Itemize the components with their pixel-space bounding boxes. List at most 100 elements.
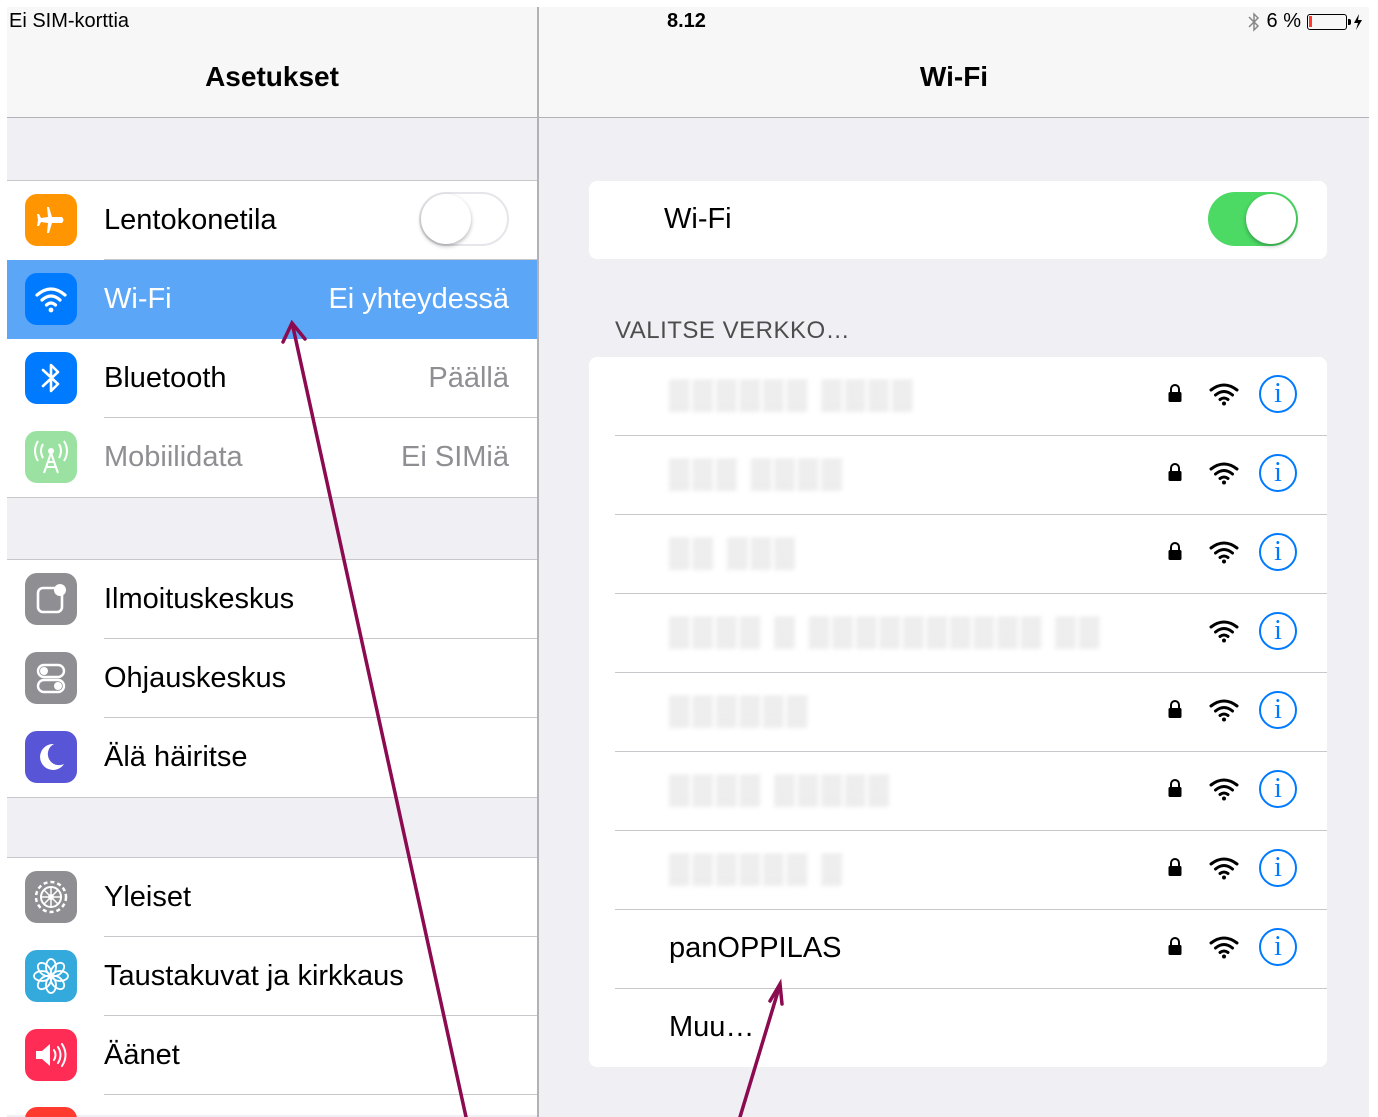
network-name: ▒▒▒▒ ▒ ▒▒▒▒▒▒▒▒▒▒ ▒▒ (669, 616, 1103, 648)
status-bar: Ei SIM-korttia 8.12 6 % (7, 7, 1369, 37)
network-name: panOPPILAS (669, 932, 842, 964)
settings-title: Asetukset (205, 61, 339, 92)
network-row[interactable]: ▒▒▒▒ ▒ ▒▒▒▒▒▒▒▒▒▒ ▒▒ i (589, 594, 1327, 673)
info-icon[interactable]: i (1259, 691, 1297, 729)
settings-row-bluetooth[interactable]: Bluetooth Päällä (7, 339, 537, 418)
settings-detail-wifi: Ei yhteydessä (328, 283, 509, 315)
wifi-toggle-card: Wi-Fi (589, 181, 1327, 259)
info-icon[interactable]: i (1259, 770, 1297, 808)
wifi-signal-icon (1209, 382, 1239, 411)
clock: 8.12 (667, 10, 706, 32)
battery-percent: 6 % (1266, 10, 1301, 32)
settings-label-cellular: Mobiilidata (104, 441, 243, 473)
toggle-knob (1246, 194, 1296, 244)
lock-icon (1167, 383, 1183, 408)
lock-icon (1167, 936, 1183, 961)
settings-row-wallpaper[interactable]: Taustakuvat ja kirkkaus (7, 937, 537, 1016)
network-name: ▒▒▒▒ ▒▒▒▒▒ (669, 774, 892, 806)
network-row[interactable]: ▒▒ ▒▒▒ i (589, 515, 1327, 594)
settings-group-centers: Ilmoituskeskus Ohjauskeskus Älä häiritse (7, 559, 537, 798)
wifi-signal-icon (1209, 698, 1239, 727)
settings-label-wallpaper: Taustakuvat ja kirkkaus (104, 960, 404, 992)
wifi-signal-icon (1209, 619, 1239, 648)
wifi-title: Wi-Fi (919, 61, 989, 92)
settings-row-general[interactable]: Yleiset (7, 858, 537, 937)
wifi-signal-icon (1209, 540, 1239, 569)
settings-row-cellular[interactable]: Mobiilidata Ei SIMiä (7, 418, 537, 497)
settings-label-sounds: Äänet (104, 1039, 180, 1071)
settings-pane: Asetukset Lentokonetila Wi-Fi Ei yhteyde… (7, 7, 537, 1117)
gear-icon (25, 871, 77, 923)
speaker-icon (25, 1029, 77, 1081)
moon-icon (25, 731, 77, 783)
settings-label-do-not-disturb: Älä häiritse (104, 741, 248, 773)
network-name: ▒▒▒▒▒▒ (669, 695, 811, 727)
lock-icon (1167, 541, 1183, 566)
network-name: ▒▒▒ ▒▒▒▒ (669, 458, 845, 490)
settings-detail-cellular: Ei SIMiä (401, 441, 509, 473)
notification-center-icon (25, 573, 77, 625)
settings-detail-bluetooth: Päällä (428, 362, 509, 394)
wifi-toggle-label: Wi-Fi (664, 203, 732, 235)
network-name: ▒▒ ▒▒▒ (669, 537, 798, 569)
wifi-signal-icon (1209, 461, 1239, 490)
lock-icon (1167, 778, 1183, 803)
network-list: ▒▒▒▒▒▒ ▒▒▒▒ i ▒▒▒ ▒▒▒▒ i ▒▒ ▒▒▒ i ▒▒▒▒ ▒ ▒▒▒▒▒… (589, 357, 1327, 1067)
network-other-row[interactable]: Muu… (589, 989, 1327, 1068)
battery-icon (1307, 13, 1351, 30)
settings-row-control-center[interactable]: Ohjauskeskus (7, 639, 537, 718)
settings-label-control-center: Ohjauskeskus (104, 662, 287, 694)
status-right: 6 % (1247, 10, 1363, 33)
network-row[interactable]: ▒▒▒▒▒▒ ▒ i (589, 831, 1327, 910)
settings-row-partial (7, 1095, 537, 1117)
bluetooth-status-icon (1248, 11, 1259, 32)
wifi-signal-icon (1209, 777, 1239, 806)
app-icon (25, 1107, 77, 1117)
info-icon[interactable]: i (1259, 612, 1297, 650)
settings-label-wifi: Wi-Fi (104, 283, 172, 315)
info-icon[interactable]: i (1259, 454, 1297, 492)
network-other-label: Muu… (669, 1011, 755, 1043)
wifi-signal-icon (1209, 935, 1239, 964)
settings-label-general: Yleiset (104, 881, 192, 913)
settings-row-do-not-disturb[interactable]: Älä häiritse (7, 718, 537, 797)
airplane-icon (25, 194, 77, 246)
antenna-icon (25, 431, 77, 483)
flower-icon (25, 950, 77, 1002)
carrier-text: Ei SIM-korttia (9, 10, 130, 32)
wifi-signal-icon (1209, 856, 1239, 885)
network-row[interactable]: ▒▒▒▒ ▒▒▒▒▒ i (589, 752, 1327, 831)
settings-row-wifi[interactable]: Wi-Fi Ei yhteydessä (7, 260, 537, 339)
lock-icon (1167, 857, 1183, 882)
lock-icon (1167, 699, 1183, 724)
info-icon[interactable]: i (1259, 928, 1297, 966)
lock-icon (1167, 462, 1183, 487)
info-icon[interactable]: i (1259, 533, 1297, 571)
info-icon[interactable]: i (1259, 849, 1297, 887)
wifi-icon (25, 273, 77, 325)
ipad-screen: Asetukset Lentokonetila Wi-Fi Ei yhteyde… (7, 7, 1369, 1117)
settings-group-connectivity: Lentokonetila Wi-Fi Ei yhteydessä Blueto… (7, 180, 537, 498)
settings-row-sounds[interactable]: Äänet (7, 1016, 537, 1095)
network-row[interactable]: ▒▒▒▒▒▒ i (589, 673, 1327, 752)
network-row[interactable]: ▒▒▒▒▒▒ ▒▒▒▒ i (589, 357, 1327, 436)
choose-network-header: VALITSE VERKKO… (615, 317, 851, 344)
settings-label-bluetooth: Bluetooth (104, 362, 227, 394)
settings-group-general: Yleiset Taustakuvat ja kirkkaus Äänet (7, 857, 537, 1117)
settings-row-notification-center[interactable]: Ilmoituskeskus (7, 560, 537, 639)
airplane-mode-toggle[interactable] (419, 192, 509, 246)
network-row[interactable]: ▒▒▒ ▒▒▒▒ i (589, 436, 1327, 515)
network-name: ▒▒▒▒▒▒ ▒▒▒▒ (669, 379, 916, 411)
control-center-icon (25, 652, 77, 704)
settings-label-airplane: Lentokonetila (104, 204, 277, 236)
info-icon[interactable]: i (1259, 375, 1297, 413)
toggle-knob (421, 194, 471, 244)
settings-row-airplane[interactable]: Lentokonetila (7, 181, 537, 260)
network-name: ▒▒▒▒▒▒ ▒ (669, 853, 845, 885)
bluetooth-icon (25, 352, 77, 404)
charging-icon (1354, 13, 1362, 30)
network-row[interactable]: panOPPILAS i (589, 910, 1327, 989)
wifi-toggle[interactable] (1208, 192, 1298, 246)
wifi-pane: Wi-Fi Wi-Fi VALITSE VERKKO… ▒▒▒▒▒▒ ▒▒▒▒ i… (539, 7, 1369, 1117)
settings-label-notification-center: Ilmoituskeskus (104, 583, 295, 615)
